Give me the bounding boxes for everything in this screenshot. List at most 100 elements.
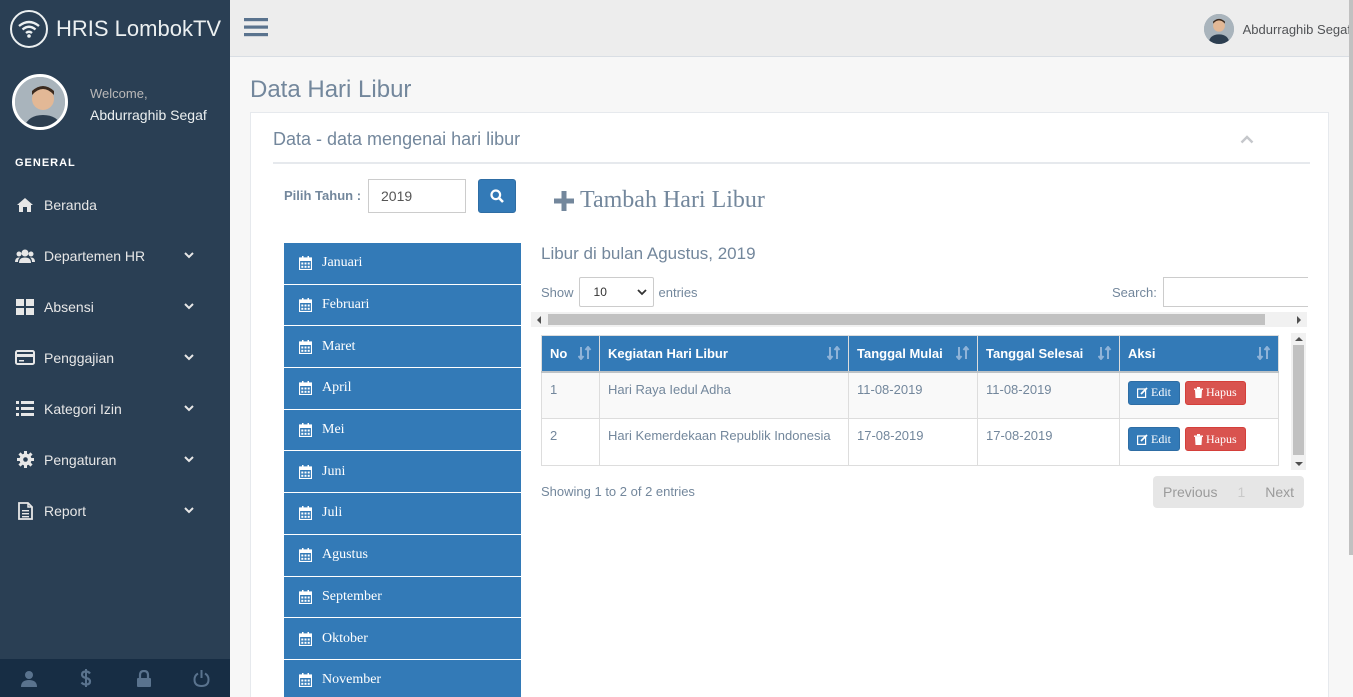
month-heading: Libur di bulan Agustus, 2019 <box>541 244 756 263</box>
month-item-januari[interactable]: Januari <box>284 243 521 285</box>
calendar-icon <box>299 339 312 354</box>
chevron-up-icon[interactable] <box>1240 135 1254 144</box>
scrollbar-thumb[interactable] <box>1293 345 1304 455</box>
sidebar-item-label: Report <box>44 502 87 519</box>
profile-name: Abdurraghib Segaf <box>90 106 207 123</box>
previous-button[interactable]: Previous <box>1153 484 1227 500</box>
month-item-februari[interactable]: Februari <box>284 284 521 327</box>
home-icon <box>15 197 35 213</box>
lock-icon[interactable] <box>115 659 173 697</box>
edit-icon <box>1137 387 1148 398</box>
user-icon[interactable] <box>0 659 58 697</box>
table-search-input[interactable] <box>1162 277 1308 307</box>
brand[interactable]: HRIS LombokTV <box>0 0 230 57</box>
year-search-button[interactable] <box>478 179 516 213</box>
column-header-tanggal-selesai[interactable]: Tanggal Selesai <box>977 335 1120 373</box>
sidebar-item-pengaturan[interactable]: Pengaturan <box>0 434 230 485</box>
entries-label: entries <box>658 284 698 300</box>
scroll-right-icon[interactable] <box>1297 316 1301 324</box>
month-item-juni[interactable]: Juni <box>284 451 521 494</box>
month-item-mei[interactable]: Mei <box>284 409 521 452</box>
month-item-juli[interactable]: Juli <box>284 493 521 535</box>
add-holiday-button[interactable]: Tambah Hari Libur <box>554 187 765 214</box>
sidebar-item-departemen-hr[interactable]: Departemen HR <box>0 230 230 281</box>
month-label: Maret <box>322 338 356 354</box>
month-item-april[interactable]: April <box>284 368 521 410</box>
app-title: HRIS LombokTV <box>56 15 222 41</box>
column-header-tanggal-mulai[interactable]: Tanggal Mulai <box>848 335 978 373</box>
sidebar-item-label: Absensi <box>44 298 94 315</box>
month-label: Juli <box>322 505 343 521</box>
page-button[interactable]: 1 <box>1227 484 1255 500</box>
calendar-icon <box>299 631 312 646</box>
month-label: Januari <box>322 255 363 271</box>
sidebar-item-beranda[interactable]: Beranda <box>0 179 230 230</box>
year-label: Pilih Tahun : <box>284 188 362 203</box>
pagination: Previous 1 Next <box>1153 476 1305 508</box>
vertical-scrollbar[interactable] <box>1291 333 1306 470</box>
wifi-icon <box>10 9 48 48</box>
table-row: 2 Hari Kemerdekaan Republik Indonesia 17… <box>541 418 1279 466</box>
month-item-maret[interactable]: Maret <box>284 326 521 369</box>
chevron-down-icon <box>636 288 647 296</box>
plus-icon <box>554 190 574 211</box>
scroll-up-icon[interactable] <box>1295 337 1303 341</box>
cell-no: 2 <box>541 418 600 466</box>
calendar-icon <box>299 381 312 396</box>
sort-icon <box>1098 346 1112 360</box>
month-label: Agustus <box>322 547 368 563</box>
sidebar-item-kategori-izin[interactable]: Kategori Izin <box>0 383 230 434</box>
month-label: November <box>322 672 382 688</box>
month-item-november[interactable]: November <box>284 659 521 697</box>
sidebar-item-absensi[interactable]: Absensi <box>0 281 230 332</box>
table-header-row: No Kegiatan Hari Libur Tanggal Mulai Tan… <box>541 335 1279 373</box>
month-label: April <box>322 380 352 396</box>
scroll-left-icon[interactable] <box>537 316 541 324</box>
avatar <box>12 74 68 130</box>
calendar-icon <box>299 506 312 521</box>
cell-tanggal-mulai: 17-08-2019 <box>848 418 978 466</box>
calendar-icon <box>299 423 312 438</box>
chevron-down-icon <box>179 303 199 310</box>
horizontal-scrollbar[interactable] <box>531 312 1307 327</box>
scroll-down-icon[interactable] <box>1295 462 1303 466</box>
power-icon[interactable] <box>173 659 231 697</box>
scrollbar-thumb[interactable] <box>548 314 1265 325</box>
sidebar-item-label: Departemen HR <box>44 247 146 264</box>
sidebar-item-label: Penggajian <box>44 349 115 366</box>
column-header-no[interactable]: No <box>541 335 600 373</box>
page-scrollbar[interactable] <box>1349 0 1353 555</box>
holiday-table: No Kegiatan Hari Libur Tanggal Mulai Tan… <box>541 335 1279 466</box>
column-header-kegiatan[interactable]: Kegiatan Hari Libur <box>599 335 849 373</box>
user-name: Abdurraghib Segaf <box>1242 21 1351 37</box>
sort-icon <box>578 346 592 360</box>
month-item-oktober[interactable]: Oktober <box>284 618 521 660</box>
cell-kegiatan: Hari Raya Iedul Adha <box>599 371 849 419</box>
dollar-icon[interactable] <box>58 659 116 697</box>
column-header-aksi[interactable]: Aksi <box>1119 335 1279 373</box>
list-icon <box>15 401 35 416</box>
delete-button[interactable]: Hapus <box>1185 380 1246 405</box>
sidebar-item-report[interactable]: Report <box>0 485 230 536</box>
sidebar-item-penggajian[interactable]: Penggajian <box>0 332 230 383</box>
table-length-control: Show 10 entries <box>541 277 698 307</box>
edit-button[interactable]: Edit <box>1128 427 1180 451</box>
page-length-select[interactable]: 10 <box>578 277 654 307</box>
hamburger-menu-icon[interactable] <box>244 16 268 38</box>
table-row: 1 Hari Raya Iedul Adha 11-08-2019 11-08-… <box>541 371 1279 419</box>
show-label: Show <box>541 284 574 300</box>
sort-icon <box>827 346 841 360</box>
edit-button[interactable]: Edit <box>1128 380 1180 405</box>
cell-tanggal-selesai: 17-08-2019 <box>977 418 1120 466</box>
calendar-icon <box>299 548 312 563</box>
welcome-text: Welcome, <box>90 85 148 101</box>
next-button[interactable]: Next <box>1255 484 1304 500</box>
sidebar-item-label: Kategori Izin <box>44 400 122 417</box>
month-item-agustus[interactable]: Agustus <box>284 534 521 577</box>
user-menu[interactable]: Abdurraghib Segaf <box>1203 14 1351 44</box>
year-input[interactable] <box>368 179 466 213</box>
sort-icon <box>956 346 970 360</box>
month-item-september[interactable]: September <box>284 576 521 619</box>
delete-button[interactable]: Hapus <box>1185 427 1246 451</box>
avatar <box>1203 14 1234 44</box>
